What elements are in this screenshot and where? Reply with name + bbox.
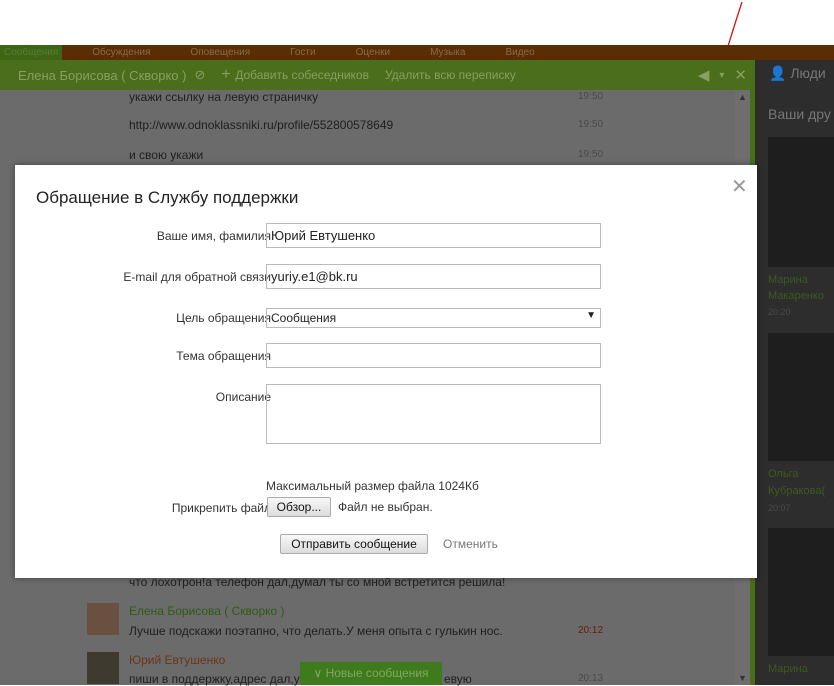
message-author[interactable]: Юрий Евтушенко: [129, 653, 225, 667]
sound-icon[interactable]: ◀: [698, 66, 710, 86]
people-link[interactable]: 👤 Люди: [769, 65, 826, 82]
name-input[interactable]: Юрий Евтушенко: [266, 223, 601, 248]
max-file-size-note: Максимальный размер файла 1024Кб: [266, 479, 479, 493]
scroll-up-icon[interactable]: ▲: [735, 92, 750, 102]
message-text-start: пиши в поддержку,адрес дал,у: [129, 672, 300, 686]
browse-button[interactable]: Обзор...: [267, 497, 331, 517]
nav-guests[interactable]: Гости: [290, 45, 315, 60]
new-messages-label: Новые сообщения: [325, 666, 429, 680]
email-input[interactable]: yuriy.e1@bk.ru: [266, 264, 601, 289]
scroll-down-icon[interactable]: ▼: [735, 673, 750, 683]
friend-name[interactable]: Макаренко: [768, 288, 824, 304]
message-text: укажи ссылку на левую страничку: [129, 90, 319, 104]
delete-conversation-button[interactable]: Удалить всю переписку: [385, 68, 516, 82]
block-icon[interactable]: ⊘: [194, 67, 205, 83]
friend-time: 20:20: [768, 307, 791, 317]
nav-music[interactable]: Музыка: [430, 45, 465, 60]
friend-time: 20:07: [768, 503, 791, 513]
new-messages-button[interactable]: ∨ Новые сообщения: [300, 662, 442, 685]
avatar[interactable]: [87, 603, 119, 635]
message-time: 19:50: [578, 91, 604, 102]
friends-heading: Ваши дру: [768, 106, 831, 122]
friend-photo[interactable]: [768, 137, 834, 267]
friend-photo[interactable]: [768, 333, 834, 461]
close-chat-icon[interactable]: ✕: [734, 66, 747, 86]
plus-icon: +: [221, 66, 236, 83]
friend-name[interactable]: Марина: [768, 661, 808, 677]
purpose-value: Сообщения: [271, 311, 337, 325]
message-time: 20:13: [578, 673, 604, 684]
message-text-end: евую: [444, 672, 472, 686]
description-label: Описание: [215, 390, 271, 404]
people-label: Люди: [790, 65, 826, 81]
right-sidebar: 👤 Люди Ваши дру Марина Макаренко 20:20 О…: [755, 60, 834, 685]
chevron-down-icon: ∨: [313, 666, 326, 680]
email-label: E-mail для обратной связи: [123, 270, 271, 284]
no-file-chosen: Файл не выбран.: [338, 500, 433, 514]
chat-header: Елена Борисова ( Скворко ) ⊘ + Добавить …: [0, 60, 755, 90]
message-time: 19:50: [578, 149, 604, 160]
nav-video[interactable]: Видео: [505, 45, 534, 60]
avatar[interactable]: [87, 652, 119, 684]
cancel-link[interactable]: Отменить: [443, 537, 498, 551]
purpose-select[interactable]: Сообщения ▼: [266, 308, 601, 328]
message-time: 19:50: [578, 119, 604, 130]
subject-label: Тема обращения: [176, 349, 271, 363]
description-textarea[interactable]: [266, 384, 601, 444]
message-text: и свою укажи: [129, 148, 204, 162]
nav-ratings[interactable]: Оценки: [356, 45, 390, 60]
close-dialog-icon[interactable]: ✕: [731, 174, 748, 199]
chat-contact-name[interactable]: Елена Борисова ( Скворко ): [18, 68, 186, 83]
attach-file-label: Прикрепить файл: [171, 501, 271, 515]
add-participants-button[interactable]: + Добавить собеседников: [221, 66, 369, 84]
nav-messages[interactable]: Сообщения: [0, 45, 63, 60]
friend-photo[interactable]: [768, 528, 834, 656]
support-dialog: Обращение в Службу поддержки ✕ Ваше имя,…: [15, 165, 757, 578]
message-text: Лучше подскажи поэтапно, что делать.У ме…: [129, 624, 503, 638]
purpose-label: Цель обращения: [176, 311, 271, 325]
friend-name[interactable]: Ольга: [768, 466, 798, 482]
dialog-title: Обращение в Службу поддержки: [36, 188, 299, 207]
message-time: 20:12: [578, 625, 604, 636]
top-nav: Сообщения Обсуждения Оповещения Гости Оц…: [0, 45, 834, 60]
submit-button[interactable]: Отправить сообщение: [280, 534, 428, 554]
minimize-icon[interactable]: ▾: [719, 66, 724, 86]
nav-discussions[interactable]: Обсуждения: [92, 45, 150, 60]
nav-notifications[interactable]: Оповещения: [190, 45, 250, 60]
chevron-down-icon: ▼: [586, 310, 596, 321]
message-text[interactable]: http://www.odnoklassniki.ru/profile/5528…: [129, 118, 393, 132]
friend-name[interactable]: Марина: [768, 272, 808, 288]
subject-input[interactable]: [266, 343, 601, 368]
name-label: Ваше имя, фамилия: [156, 229, 271, 243]
message-author[interactable]: Елена Борисова ( Скворко ): [129, 604, 285, 618]
person-icon: 👤: [769, 65, 787, 81]
friend-name[interactable]: Кубракова(: [768, 483, 825, 499]
